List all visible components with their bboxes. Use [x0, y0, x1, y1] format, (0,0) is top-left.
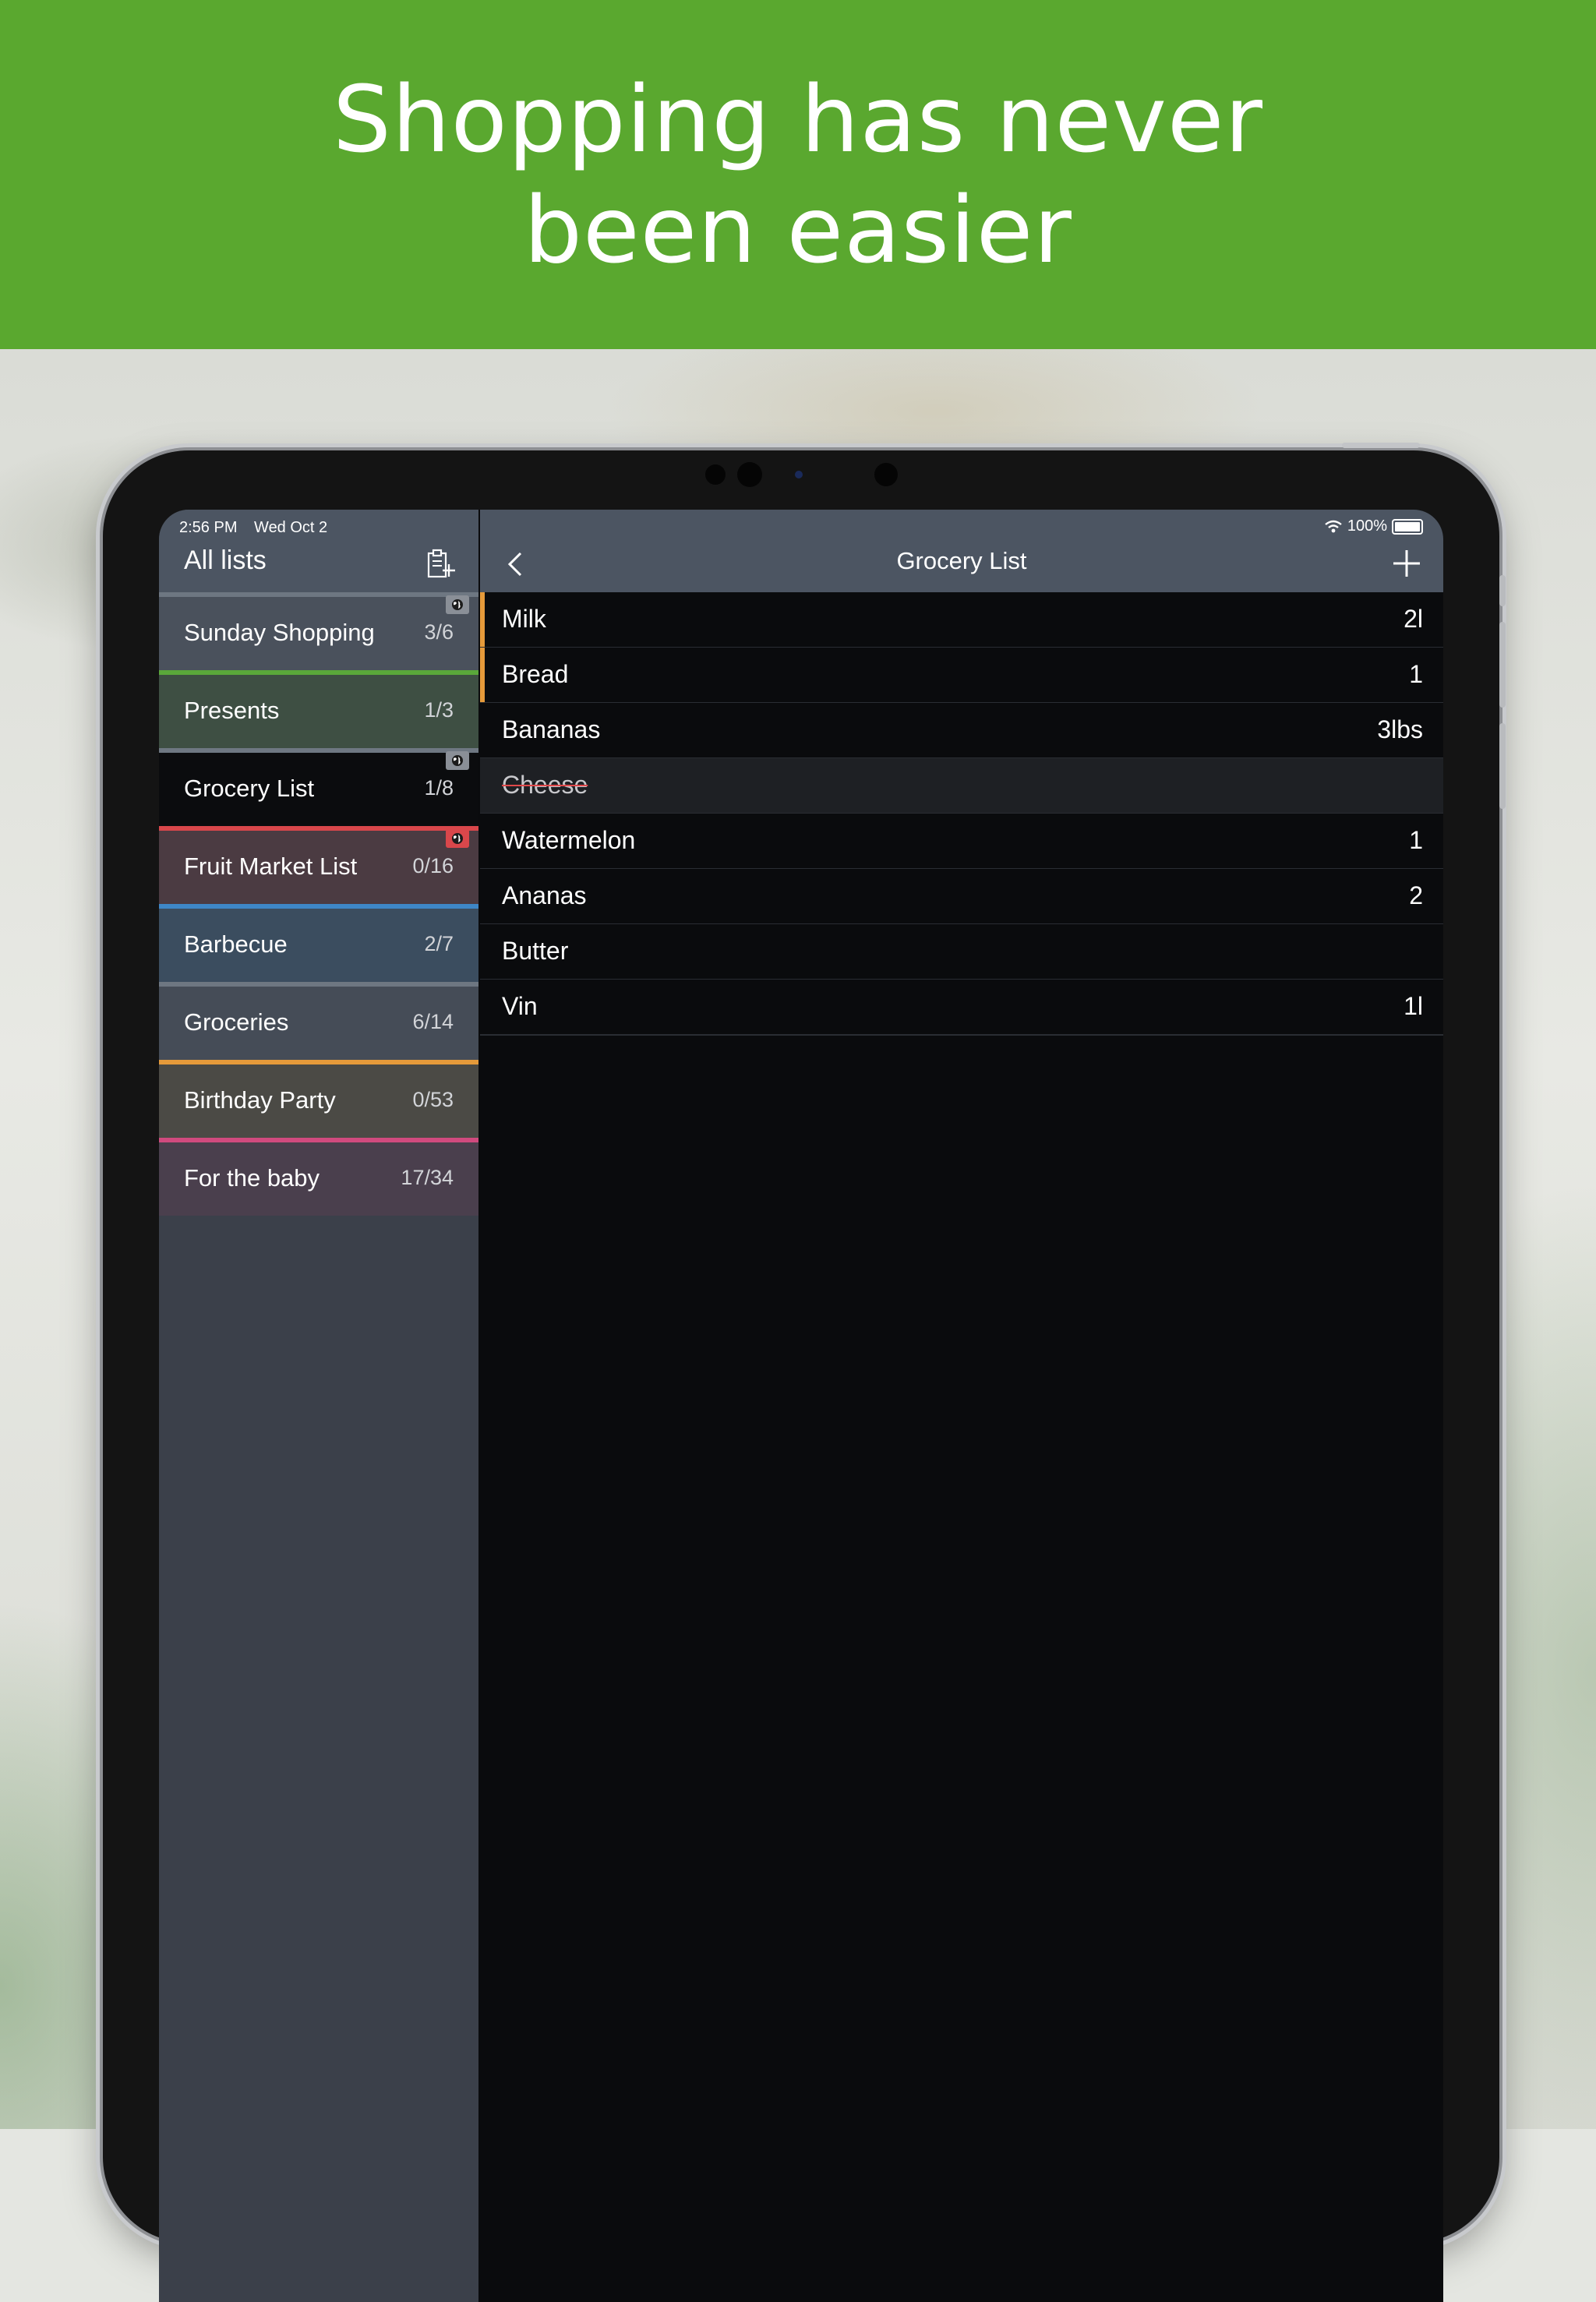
sidebar-list-item[interactable]: Sunday Shopping 3/6 — [159, 592, 478, 670]
battery-icon — [1392, 518, 1423, 535]
item-quantity: 1 — [1409, 826, 1423, 854]
list-name: Sunday Shopping — [184, 619, 375, 646]
item-quantity: 2l — [1404, 605, 1423, 633]
status-bar-right: 100% — [1324, 517, 1423, 535]
item-name: Watermelon — [502, 826, 636, 854]
detail-title: Grocery List — [896, 547, 1027, 574]
list-progress-count: 2/7 — [424, 932, 454, 955]
item-quantity: 2 — [1409, 881, 1423, 909]
list-item-row[interactable]: Ananas 2 — [480, 869, 1443, 925]
list-progress-count: 3/6 — [424, 620, 454, 644]
list-color-bar — [159, 748, 478, 753]
list-progress-count: 0/53 — [412, 1088, 454, 1111]
list-name: Grocery List — [184, 775, 315, 802]
item-name: Milk — [502, 605, 546, 633]
sidebar-list-item[interactable]: For the baby 17/34 — [159, 1138, 478, 1216]
item-priority-marker — [480, 648, 485, 702]
sidebar-header: 2:56 PM Wed Oct 2 All lists — [159, 510, 478, 592]
sidebar-list-item[interactable]: Birthday Party 0/53 — [159, 1060, 478, 1138]
detail-header: 100% Grocery List — [480, 510, 1443, 592]
sidebar-list-item[interactable]: Grocery List 1/8 — [159, 748, 478, 826]
list-color-bar — [159, 670, 478, 675]
shared-globe-icon — [446, 751, 469, 770]
item-quantity: 1l — [1404, 992, 1423, 1020]
item-name: Bread — [502, 660, 569, 688]
list-progress-count: 1/3 — [424, 698, 454, 722]
item-name: Bananas — [502, 715, 601, 743]
shared-globe-icon — [446, 595, 469, 614]
item-quantity: 3lbs — [1377, 715, 1423, 743]
volume-down-button — [1499, 723, 1506, 809]
item-quantity: 1 — [1409, 660, 1423, 688]
banner-headline-line-1: Shopping has never — [332, 65, 1264, 173]
volume-up-button — [1499, 622, 1506, 708]
side-button — [1499, 575, 1506, 606]
list-item-row[interactable]: Bread 1 — [480, 648, 1443, 704]
shared-globe-icon — [446, 829, 469, 848]
banner-headline-line-2: been easier — [524, 176, 1072, 284]
list-color-bar — [159, 982, 478, 987]
sidebar-list-item[interactable]: Fruit Market List 0/16 — [159, 826, 478, 904]
list-color-bar — [159, 826, 478, 831]
front-camera — [737, 462, 762, 487]
list-color-bar — [159, 904, 478, 909]
list-item-row[interactable]: Vin 1l — [480, 980, 1443, 1036]
sidebar-list-item[interactable]: Presents 1/3 — [159, 670, 478, 748]
status-date: Wed Oct 2 — [254, 519, 328, 536]
list-item-row[interactable]: Bananas 3lbs — [480, 703, 1443, 759]
list-item-row[interactable]: Watermelon 1 — [480, 814, 1443, 870]
item-name: Cheese — [502, 771, 588, 799]
light-sensor — [795, 471, 803, 478]
item-name: Ananas — [502, 881, 587, 909]
wifi-icon — [1325, 520, 1342, 532]
list-progress-count: 6/14 — [412, 1010, 454, 1033]
promo-banner: Shopping has never been easier — [0, 0, 1596, 349]
status-bar-left: 2:56 PM Wed Oct 2 — [179, 519, 340, 537]
list-name: Birthday Party — [184, 1086, 336, 1114]
sidebar-list-item[interactable]: Barbecue 2/7 — [159, 904, 478, 982]
top-button — [1342, 443, 1420, 448]
sensor-dot — [705, 464, 726, 485]
plus-icon[interactable] — [1390, 547, 1423, 580]
list-name: Groceries — [184, 1008, 289, 1036]
app-screen: 2:56 PM Wed Oct 2 All lists Sunday Shopp… — [159, 510, 1443, 2302]
clipboard-add-icon[interactable] — [425, 549, 457, 580]
list-color-bar — [159, 1138, 478, 1142]
status-time: 2:56 PM — [179, 519, 238, 536]
list-name: Presents — [184, 697, 280, 724]
item-name: Butter — [502, 937, 569, 965]
list-item-row[interactable]: Butter — [480, 924, 1443, 980]
list-name: Fruit Market List — [184, 853, 358, 880]
list-name: Barbecue — [184, 930, 288, 958]
list-detail-pane: 100% Grocery List Milk 2l Bread 1 Bananas 3lb… — [480, 510, 1443, 2302]
list-item-row[interactable]: Milk 2l — [480, 592, 1443, 648]
sidebar-list-item[interactable]: Groceries 6/14 — [159, 982, 478, 1060]
list-progress-count: 0/16 — [412, 854, 454, 877]
list-progress-count: 1/8 — [424, 776, 454, 800]
ipad-device-frame: 2:56 PM Wed Oct 2 All lists Sunday Shopp… — [103, 443, 1506, 2302]
lists-sidebar: 2:56 PM Wed Oct 2 All lists Sunday Shopp… — [159, 510, 478, 2302]
list-item-row[interactable]: Cheese — [480, 758, 1443, 814]
battery-percent: 100% — [1347, 517, 1387, 535]
list-progress-count: 17/34 — [401, 1166, 454, 1189]
item-priority-marker — [480, 592, 485, 647]
list-name: For the baby — [184, 1164, 320, 1192]
sidebar-title: All lists — [184, 545, 267, 575]
list-color-bar — [159, 1060, 478, 1064]
list-color-bar — [159, 592, 478, 597]
face-id-sensor — [874, 463, 898, 486]
item-name: Vin — [502, 992, 538, 1020]
